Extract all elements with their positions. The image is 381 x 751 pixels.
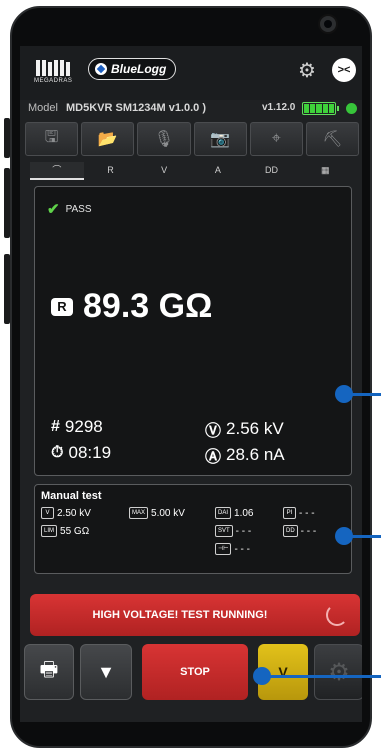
param-tag: SVT	[215, 525, 233, 537]
device-info-row: Model MD5KVR SM1234M v1.0.0 ) v1.12.0	[20, 100, 362, 118]
progress-spinner-icon	[326, 604, 348, 626]
bluelogg-mark-icon	[95, 63, 107, 75]
param-value: - - -	[235, 525, 252, 537]
param-value: 5.00 kV	[151, 507, 185, 519]
measurement-panel: ✔ PASS R 89.3 GΩ # 9298 ⏱ 08:19 Ⓥ 2.56 k…	[34, 186, 352, 476]
save-button[interactable]: 🖫	[25, 122, 79, 156]
tab-dd[interactable]: DD	[245, 162, 299, 180]
bluelogg-logo: BlueLogg	[88, 58, 176, 80]
param-value: 55 GΩ	[60, 525, 90, 537]
manual-test-panel[interactable]: Manual test V 2.50 kV MAX 5.00 kV DAI 1.…	[34, 484, 352, 574]
warning-text: HIGH VOLTAGE! TEST RUNNING!	[92, 609, 268, 621]
param-value: 2.50 kV	[57, 507, 91, 519]
current-value: 28.6 nA	[226, 445, 285, 464]
gps-icon: ⌖	[271, 130, 281, 147]
resistance-badge: R	[51, 297, 73, 316]
volume-down-button	[4, 168, 10, 238]
megadras-logo	[36, 60, 70, 76]
front-camera	[318, 14, 338, 34]
folder-icon: 📂	[97, 131, 118, 148]
param-capacitance: ⊣⊢ - - -	[215, 543, 250, 555]
elapsed-time: ⏱ 08:19	[51, 443, 111, 463]
tab-table[interactable]: ▦	[298, 162, 352, 180]
callout-marker	[335, 385, 353, 403]
camera-button[interactable]: 📷	[193, 122, 247, 156]
tab-voltage[interactable]: V	[137, 162, 191, 180]
param-value: - - -	[299, 507, 315, 519]
param-dai: DAI 1.06	[215, 507, 253, 519]
callout-marker	[335, 527, 353, 545]
test-count: # 9298	[51, 417, 103, 437]
param-tag: ⊣⊢	[215, 543, 232, 555]
map-icon: ⛏	[322, 131, 343, 148]
settings-button[interactable]: ⚙	[314, 644, 362, 700]
bluetooth-link-icon[interactable]: ><	[332, 58, 356, 82]
callout-line	[262, 675, 381, 678]
gps-button[interactable]: ⌖	[249, 122, 303, 156]
param-tag: DAI	[215, 507, 232, 519]
microphone-button[interactable]: 🎙	[137, 122, 191, 156]
battery-icon	[302, 102, 339, 115]
gear-icon[interactable]: ⚙	[296, 60, 318, 82]
resistance-value: 89.3 GΩ	[83, 287, 213, 325]
manual-test-title: Manual test	[41, 490, 102, 502]
app-name: BlueLogg	[111, 62, 167, 76]
printer-icon: 🖶	[39, 659, 59, 681]
checkmark-icon: ✔	[47, 201, 60, 218]
connection-status-icon	[346, 103, 357, 114]
filter-button[interactable]: ▼	[80, 644, 132, 700]
status-badge: ✔ PASS	[47, 200, 92, 218]
volume-up-button	[4, 118, 10, 158]
model-label: Model	[28, 102, 58, 114]
toolbar: 🖫 📂 🎙 📷 ⌖ ⛏	[25, 122, 360, 156]
param-dd: DD - - -	[283, 525, 316, 537]
param-value: - - -	[300, 525, 317, 537]
param-value: - - -	[234, 543, 250, 555]
tab-gauge[interactable]: ⌒	[30, 162, 84, 180]
param-tag: MAX	[129, 507, 149, 519]
param-limit: LIM 55 GΩ	[41, 525, 89, 537]
callout-marker	[253, 667, 271, 685]
param-max: MAX 5.00 kV	[129, 507, 185, 519]
output-voltage: Ⓥ 2.56 kV	[205, 417, 284, 441]
param-tag: LIM	[41, 525, 58, 537]
gear-icon: ⚙	[328, 658, 350, 686]
filter-icon: ▼	[97, 661, 115, 682]
stop-button[interactable]: STOP	[142, 644, 248, 700]
param-tag: PI	[283, 507, 296, 519]
bottom-controls: 🖶 ▼ STOP V ⚙	[24, 644, 362, 700]
tab-resistance[interactable]: R	[84, 162, 138, 180]
count-value: 9298	[64, 417, 103, 436]
param-voltage: V 2.50 kV	[41, 507, 91, 519]
view-tabs: ⌒ R V A DD ▦	[30, 162, 352, 180]
microphone-icon: 🎙	[153, 131, 175, 148]
param-tag: DD	[283, 525, 298, 537]
param-value: 1.06	[234, 507, 254, 519]
brand-sub: MEGADRAS	[34, 78, 73, 84]
model-value: MD5KVR SM1234M v1.0.0 )	[66, 102, 206, 114]
map-button[interactable]: ⛏	[305, 122, 360, 156]
timer-icon: ⏱	[51, 444, 64, 461]
hash-icon: #	[51, 418, 60, 435]
voltage-icon: Ⓥ	[205, 423, 222, 440]
param-pi: PI - - -	[283, 507, 315, 519]
tab-current[interactable]: A	[191, 162, 245, 180]
open-folder-button[interactable]: 📂	[81, 122, 135, 156]
status-text: PASS	[65, 203, 92, 215]
app-header: MEGADRAS BlueLogg ⚙ ><	[20, 46, 362, 100]
time-value: 08:19	[68, 443, 112, 462]
param-tag: V	[41, 507, 54, 519]
power-button	[4, 254, 10, 324]
print-button[interactable]: 🖶	[24, 644, 74, 700]
leakage-current: Ⓐ 28.6 nA	[205, 443, 285, 467]
param-svt: SVT - - -	[215, 525, 251, 537]
camera-icon: 📷	[210, 131, 231, 148]
current-icon: Ⓐ	[205, 449, 222, 466]
voltage-value: 2.56 kV	[226, 419, 284, 438]
app-screen: MEGADRAS BlueLogg ⚙ >< Model MD5KVR SM12…	[20, 46, 362, 722]
main-reading: R 89.3 GΩ	[51, 287, 212, 326]
high-voltage-warning: HIGH VOLTAGE! TEST RUNNING!	[30, 594, 360, 636]
save-icon: 🖫	[44, 128, 59, 146]
firmware-version: v1.12.0	[262, 102, 296, 113]
